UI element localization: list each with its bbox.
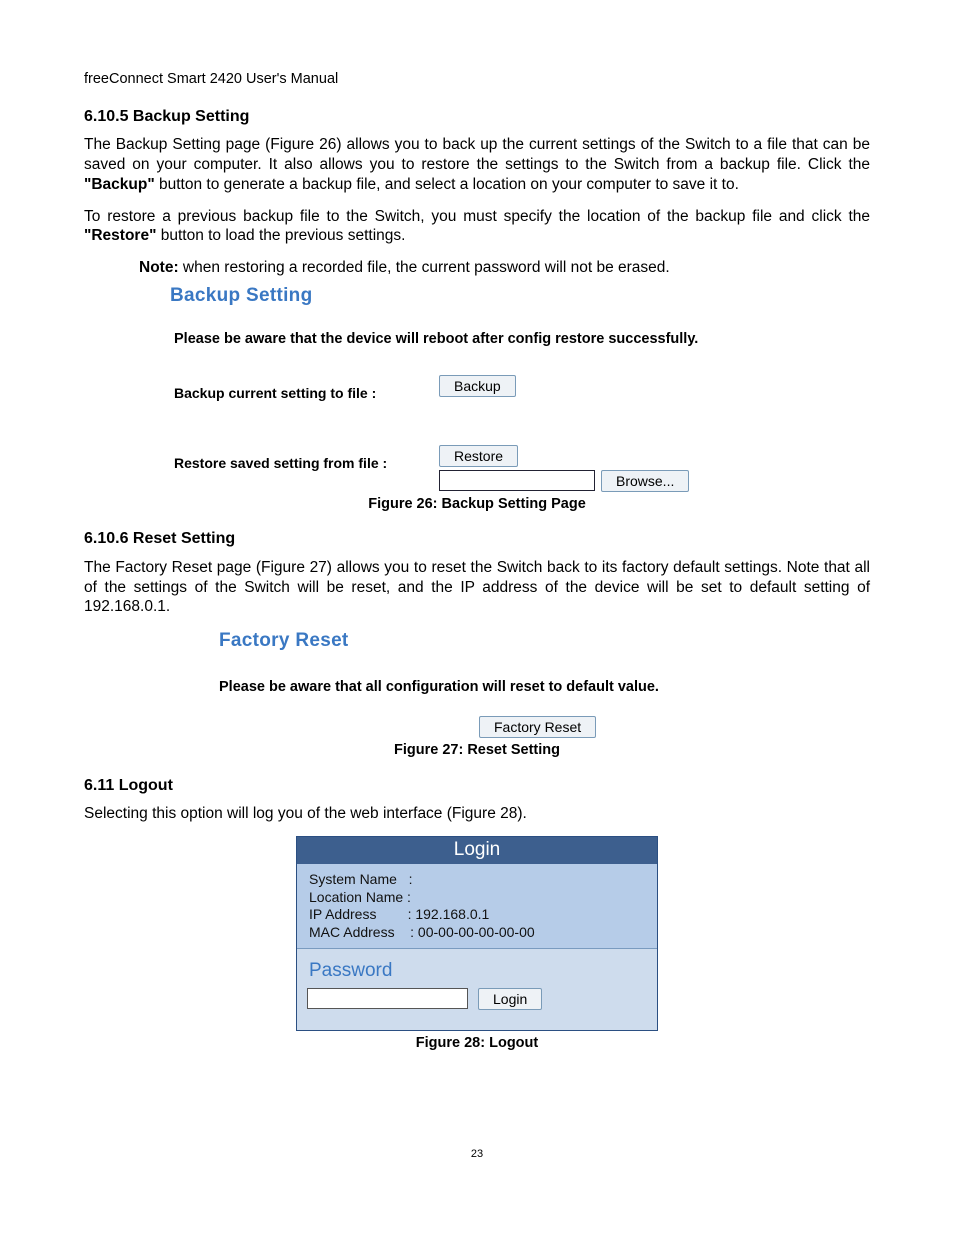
text: button to load the previous settings.: [156, 227, 405, 244]
backup-row: Backup current setting to file : Backup: [174, 375, 870, 403]
restore-button[interactable]: Restore: [439, 445, 518, 467]
heading-reset-setting: 6.10.6 Reset Setting: [84, 529, 870, 549]
manual-header: freeConnect Smart 2420 User's Manual: [84, 70, 870, 89]
figure-26-backup-setting: Backup Setting Please be aware that the …: [170, 284, 870, 492]
password-input[interactable]: [307, 988, 468, 1009]
factory-reset-warning: Please be aware that all configuration w…: [219, 678, 870, 697]
factory-reset-button[interactable]: Factory Reset: [479, 716, 596, 738]
bold-backup-word: "Backup": [84, 176, 155, 193]
login-header: Login: [297, 837, 657, 864]
text: The Backup Setting page (Figure 26) allo…: [84, 136, 870, 173]
figure-28-caption: Figure 28: Logout: [84, 1034, 870, 1053]
heading-backup-setting: 6.10.5 Backup Setting: [84, 107, 870, 127]
login-button[interactable]: Login: [478, 988, 542, 1010]
page-number: 23: [84, 1147, 870, 1161]
browse-button[interactable]: Browse...: [601, 470, 689, 492]
backup-paragraph-1: The Backup Setting page (Figure 26) allo…: [84, 135, 870, 194]
note-line: Note: when restoring a recorded file, th…: [139, 258, 870, 278]
heading-logout: 6.11 Logout: [84, 776, 870, 796]
backup-setting-title: Backup Setting: [170, 284, 870, 308]
figure-28-login-box: Login System Name : Location Name : IP A…: [296, 836, 658, 1031]
login-bottom-panel: Password Login: [297, 949, 657, 1029]
restore-row: Restore saved setting from file : Restor…: [174, 445, 870, 492]
restore-label: Restore saved setting from file :: [174, 445, 429, 473]
note-label: Note:: [139, 259, 179, 276]
note-text: when restoring a recorded file, the curr…: [179, 259, 670, 276]
location-name-row: Location Name :: [309, 889, 647, 907]
logout-paragraph: Selecting this option will log you of th…: [84, 804, 870, 824]
text: To restore a previous backup file to the…: [84, 208, 870, 225]
login-info-panel: System Name : Location Name : IP Address…: [297, 864, 657, 949]
backup-paragraph-2: To restore a previous backup file to the…: [84, 207, 870, 247]
mac-address-row: MAC Address : 00-00-00-00-00-00: [309, 924, 647, 942]
backup-warning: Please be aware that the device will reb…: [174, 330, 870, 349]
figure-26-caption: Figure 26: Backup Setting Page: [84, 495, 870, 514]
restore-file-input[interactable]: [439, 470, 595, 491]
figure-27-factory-reset: Factory Reset Please be aware that all c…: [219, 629, 870, 738]
backup-button[interactable]: Backup: [439, 375, 516, 397]
restore-controls: Restore Browse...: [439, 445, 689, 492]
ip-address-row: IP Address : 192.168.0.1: [309, 906, 647, 924]
password-row: Login: [307, 988, 647, 1010]
figure-27-caption: Figure 27: Reset Setting: [84, 741, 870, 760]
bold-restore-word: "Restore": [84, 227, 156, 244]
system-name-row: System Name :: [309, 871, 647, 889]
factory-reset-title: Factory Reset: [219, 629, 870, 653]
factory-reset-button-row: Factory Reset: [479, 716, 870, 738]
password-label: Password: [309, 959, 647, 983]
text: button to generate a backup file, and se…: [155, 176, 739, 193]
reset-paragraph: The Factory Reset page (Figure 27) allow…: [84, 558, 870, 617]
backup-current-label: Backup current setting to file :: [174, 375, 429, 403]
restore-file-line: Browse...: [439, 470, 689, 492]
